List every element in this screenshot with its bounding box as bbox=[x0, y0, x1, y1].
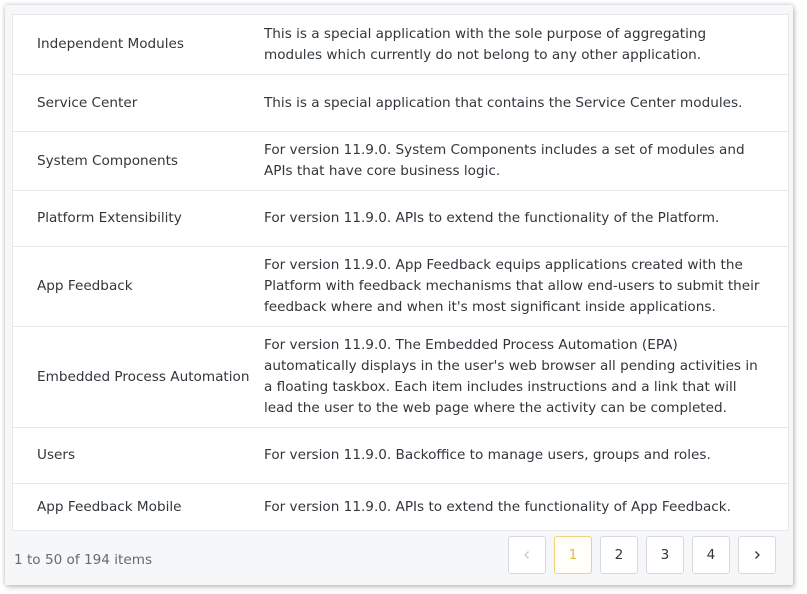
application-description: This is a special application with the s… bbox=[264, 25, 707, 63]
application-name: Service Center bbox=[37, 94, 138, 111]
chevron-right-icon bbox=[755, 551, 760, 559]
previous-page-button[interactable] bbox=[508, 536, 546, 574]
pagination: 1 2 3 4 bbox=[508, 536, 776, 574]
table-row[interactable]: Users For version 11.9.0. Backoffice to … bbox=[13, 427, 788, 483]
next-page-button[interactable] bbox=[738, 536, 776, 574]
application-name: App Feedback Mobile bbox=[37, 498, 182, 515]
application-name: App Feedback bbox=[37, 278, 133, 294]
table-row[interactable]: Service Center This is a special applica… bbox=[13, 74, 788, 131]
application-description: For version 11.9.0. Backoffice to manage… bbox=[264, 447, 711, 463]
application-description: For version 11.9.0. System Components in… bbox=[264, 142, 745, 179]
application-name: Platform Extensibility bbox=[37, 210, 182, 226]
table-row[interactable]: System Components For version 11.9.0. Sy… bbox=[13, 131, 788, 190]
applications-table: Independent Modules This is a special ap… bbox=[12, 14, 789, 531]
page-button-1[interactable]: 1 bbox=[554, 536, 592, 574]
application-description: For version 11.9.0. APIs to extend the f… bbox=[264, 498, 731, 515]
application-description: For version 11.9.0. APIs to extend the f… bbox=[264, 210, 720, 226]
chevron-left-icon bbox=[524, 551, 529, 559]
page-button-3[interactable]: 3 bbox=[646, 536, 684, 574]
table-row[interactable]: Platform Extensibility For version 11.9.… bbox=[13, 190, 788, 246]
item-count: 1 to 50 of 194 items bbox=[14, 552, 153, 568]
table-row[interactable]: Independent Modules This is a special ap… bbox=[13, 15, 788, 74]
application-description: This is a special application that conta… bbox=[264, 94, 743, 111]
table-row[interactable]: Embedded Process Automation For version … bbox=[13, 326, 788, 427]
application-name: Users bbox=[37, 447, 76, 463]
page-button-4[interactable]: 4 bbox=[692, 536, 730, 574]
page-button-2[interactable]: 2 bbox=[600, 536, 638, 574]
table-row[interactable]: App Feedback For version 11.9.0. App Fee… bbox=[13, 246, 788, 326]
application-name: Independent Modules bbox=[37, 36, 184, 52]
table-row[interactable]: App Feedback Mobile For version 11.9.0. … bbox=[13, 483, 788, 530]
application-description: For version 11.9.0. App Feedback equips … bbox=[264, 257, 760, 315]
application-name: System Components bbox=[37, 152, 179, 169]
application-description: For version 11.9.0. The Embedded Process… bbox=[264, 337, 758, 416]
application-name: Embedded Process Automation bbox=[37, 368, 250, 385]
